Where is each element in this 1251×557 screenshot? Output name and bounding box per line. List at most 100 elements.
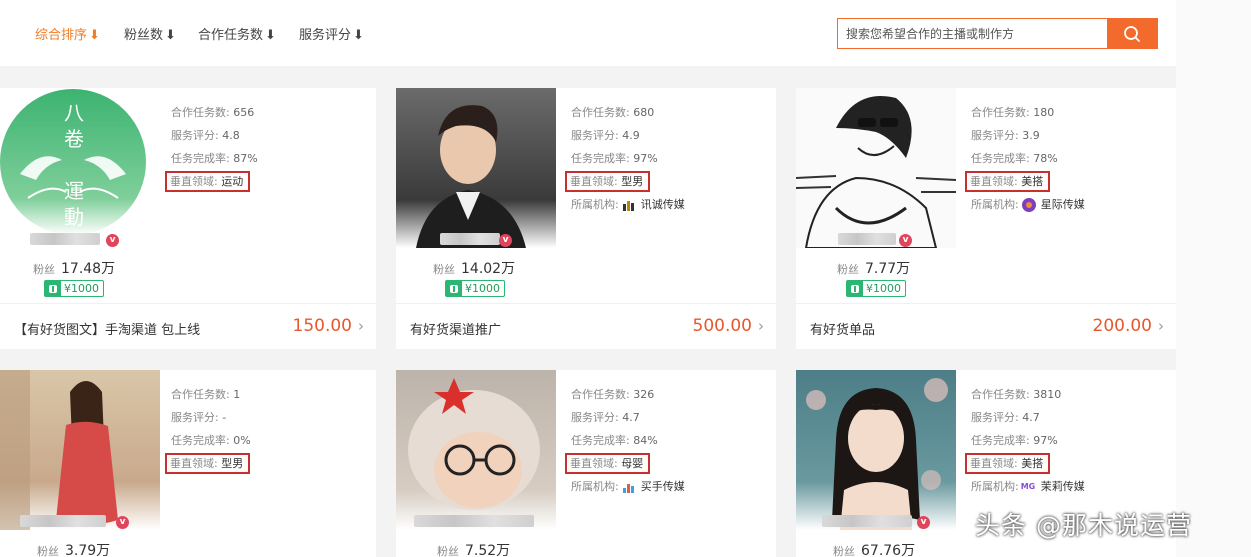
vertical-row: 垂直领域: 美搭 <box>965 170 1085 193</box>
agency-name[interactable]: 星际传媒 <box>1041 198 1085 211</box>
influencer-card[interactable]: 合作任务数: 1 服务评分: - 任务完成率: 0% 垂直领域: 型男 v 粉丝… <box>0 370 376 557</box>
vertical-label: 垂直领域: <box>170 175 218 188</box>
task-count-label: 合作任务数: <box>971 106 1030 119</box>
rating-value: 3.9 <box>1022 129 1040 142</box>
task-count-row: 合作任务数: 3810 <box>971 383 1085 406</box>
vertical-value: 运动 <box>221 175 244 188</box>
rating-value: 4.9 <box>622 129 640 142</box>
service-row[interactable]: 【有好货图文】手淘渠道 包上线 150.00 › <box>0 303 376 349</box>
vertical-row: 垂直领域: 型男 <box>165 452 251 475</box>
rating-value: 4.7 <box>1022 411 1040 424</box>
rating-label: 服务评分: <box>171 129 219 142</box>
sort-label: 合作任务数 <box>198 28 264 43</box>
fans-value: 7.77万 <box>865 261 911 277</box>
sort-arrow-icon: ⬇ <box>89 28 100 43</box>
agency-name[interactable]: 买手传媒 <box>641 480 685 493</box>
influencer-card[interactable]: 八卷 運動 合作任务数: 656 服务评分: 4.8 任务完成率: 87% 垂直… <box>0 88 376 349</box>
avatar-photo <box>796 370 956 530</box>
right-margin <box>1176 0 1251 557</box>
rating-value: 4.7 <box>622 411 640 424</box>
vertical-highlight: 垂直领域: 美搭 <box>965 453 1051 474</box>
fans-label: 粉丝 <box>433 263 455 276</box>
completion-row: 任务完成率: 97% <box>971 429 1085 452</box>
vertical-highlight: 垂直领域: 美搭 <box>965 171 1051 192</box>
completion-label: 任务完成率: <box>171 152 230 165</box>
avatar[interactable] <box>396 88 556 248</box>
tag-icon <box>446 281 462 296</box>
verified-badge: v <box>499 234 512 247</box>
avatar[interactable] <box>796 370 956 530</box>
vertical-value: 母婴 <box>621 457 644 470</box>
fans-count: 粉丝 14.02万 <box>433 258 515 278</box>
task-count-value: 656 <box>233 106 255 119</box>
fans-value: 67.76万 <box>861 543 916 557</box>
influencer-card[interactable]: 合作任务数: 326 服务评分: 4.7 任务完成率: 84% 垂直领域: 母婴… <box>396 370 776 557</box>
fans-count: 粉丝 7.77万 <box>837 258 910 278</box>
completion-value: 84% <box>633 434 658 447</box>
completion-label: 任务完成率: <box>571 152 630 165</box>
rating-label: 服务评分: <box>171 411 219 424</box>
sort-task-count[interactable]: 合作任务数 ⬇ <box>198 24 276 43</box>
sort-rating[interactable]: 服务评分 ⬇ <box>299 24 364 43</box>
vertical-highlight: 垂直领域: 母婴 <box>565 453 651 474</box>
completion-row: 任务完成率: 97% <box>571 147 685 170</box>
agency-name[interactable]: 茉莉传媒 <box>1041 480 1085 493</box>
vertical-value: 美搭 <box>1021 175 1044 188</box>
rating-row: 服务评分: 4.7 <box>971 406 1085 429</box>
avatar[interactable]: 八卷 運動 <box>0 88 160 248</box>
service-row[interactable]: 有好货渠道推广 500.00 › <box>396 303 776 349</box>
agency-logo-icon: MG <box>1020 482 1036 491</box>
stats: 合作任务数: 326 服务评分: 4.7 任务完成率: 84% 垂直领域: 母婴… <box>565 383 685 498</box>
rating-row: 服务评分: 4.9 <box>571 124 685 147</box>
chevron-right-icon: › <box>358 317 364 335</box>
rating-label: 服务评分: <box>571 411 619 424</box>
vertical-value: 型男 <box>621 175 644 188</box>
search-input[interactable] <box>838 19 1108 48</box>
fans-label: 粉丝 <box>37 545 59 557</box>
fans-value: 14.02万 <box>461 261 516 277</box>
fans-value: 3.79万 <box>65 543 111 557</box>
stats: 合作任务数: 3810 服务评分: 4.7 任务完成率: 97% 垂直领域: 美… <box>965 383 1085 498</box>
influencer-card[interactable]: 合作任务数: 680 服务评分: 4.9 任务完成率: 97% 垂直领域: 型男… <box>396 88 776 349</box>
avatar-photo <box>396 88 556 248</box>
avatar-text: 八卷 <box>64 101 84 151</box>
avatar[interactable] <box>796 88 956 248</box>
stats: 合作任务数: 680 服务评分: 4.9 任务完成率: 97% 垂直领域: 型男… <box>565 101 685 216</box>
vertical-value: 型男 <box>221 457 244 470</box>
rating-label: 服务评分: <box>571 129 619 142</box>
agency-logo-icon <box>1021 198 1036 212</box>
fans-count: 粉丝 3.79万 <box>37 540 110 557</box>
search-button[interactable] <box>1107 18 1157 49</box>
vertical-label: 垂直领域: <box>970 457 1018 470</box>
completion-label: 任务完成率: <box>171 434 230 447</box>
name-blurred <box>414 515 534 527</box>
task-count-value: 3810 <box>1033 388 1062 401</box>
completion-label: 任务完成率: <box>571 434 630 447</box>
avatar[interactable] <box>0 370 160 530</box>
sort-arrow-icon: ⬇ <box>165 28 176 43</box>
task-count-value: 326 <box>633 388 655 401</box>
name-blurred <box>440 233 500 245</box>
vertical-highlight: 垂直领域: 运动 <box>165 171 251 192</box>
agency-row: 所属机构: 讯诚传媒 <box>571 193 685 216</box>
agency-name[interactable]: 讯诚传媒 <box>641 198 685 211</box>
completion-label: 任务完成率: <box>971 434 1030 447</box>
rating-row: 服务评分: - <box>171 406 251 429</box>
avatar[interactable] <box>396 370 556 530</box>
rating-label: 服务评分: <box>971 411 1019 424</box>
vertical-label: 垂直领域: <box>970 175 1018 188</box>
sort-comprehensive[interactable]: 综合排序 ⬇ <box>35 24 100 43</box>
service-row[interactable]: 有好货单品 200.00 › <box>796 303 1176 349</box>
influencer-card[interactable]: 合作任务数: 180 服务评分: 3.9 任务完成率: 78% 垂直领域: 美搭… <box>796 88 1176 349</box>
vertical-highlight: 垂直领域: 型男 <box>565 171 651 192</box>
vertical-row: 垂直领域: 运动 <box>165 170 258 193</box>
agency-logo-icon <box>622 484 634 493</box>
task-count-label: 合作任务数: <box>571 388 630 401</box>
top-bar: 综合排序 ⬇ 粉丝数 ⬇ 合作任务数 ⬇ 服务评分 ⬇ <box>0 0 1176 66</box>
fans-label: 粉丝 <box>833 545 855 557</box>
fans-count: 粉丝 7.52万 <box>437 540 510 557</box>
sort-fans[interactable]: 粉丝数 ⬇ <box>124 24 176 43</box>
rating-row: 服务评分: 3.9 <box>971 124 1085 147</box>
task-count-label: 合作任务数: <box>171 388 230 401</box>
service-price: 150.00 <box>292 316 352 336</box>
